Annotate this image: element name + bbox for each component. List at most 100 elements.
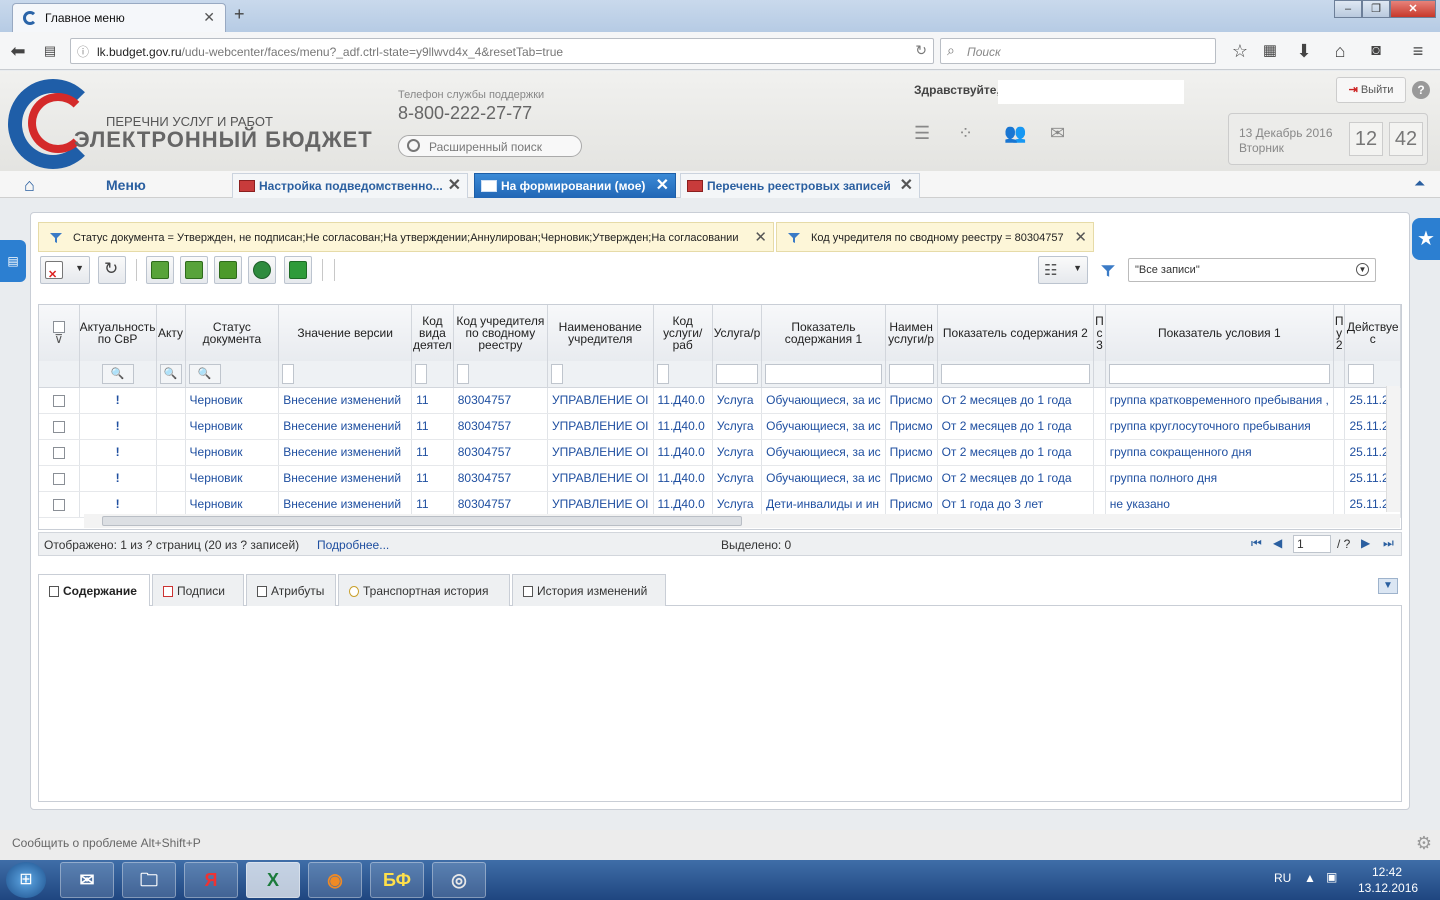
column-filter-input[interactable] [456,363,469,384]
reading-list-icon[interactable]: ▦ [1256,38,1284,64]
clock-date[interactable]: 13.12.2016 [1358,881,1418,895]
menu-link[interactable]: Меню [106,177,146,193]
scrollbar-thumb[interactable] [102,516,742,526]
row-checkbox[interactable] [52,446,65,459]
column-header[interactable]: Код услуги/раб [653,305,713,361]
tab-subordinate-settings[interactable]: Настройка подведомственно... ✕ [232,173,468,198]
report-problem-link[interactable]: Сообщить о проблеме Alt+Shift+P [12,836,201,850]
browser-search-input[interactable]: ⌕ Поиск [940,38,1216,64]
browser-tab[interactable]: Главное меню ✕ [12,3,226,32]
column-filter-search-icon[interactable]: 🔍 [188,363,221,384]
advanced-search-button[interactable]: Расширенный поиск [398,135,582,157]
records-filter-select[interactable]: "Все записи" ▼ [1128,258,1376,282]
close-window-button[interactable]: ✕ [1390,0,1436,18]
users-icon[interactable]: 👥 [1004,123,1026,144]
tab-attributes[interactable]: Атрибуты [246,574,336,607]
column-header[interactable]: П у 2 [1333,305,1346,361]
column-header[interactable]: Показатель содержания 2 [937,305,1095,361]
reload-icon[interactable]: ↻ [915,42,927,59]
side-panel-toggle[interactable]: ▤ [0,240,26,282]
next-page-icon[interactable]: ▶ [1361,536,1370,550]
filter-chip-status[interactable]: Статус документа = Утвержден, не подписа… [38,222,774,252]
column-header[interactable]: Наимен услуги/р [885,305,938,361]
column-header[interactable]: Показатель содержания 1 [761,305,886,361]
maximize-button[interactable]: ❐ [1362,0,1390,18]
row-checkbox[interactable] [52,472,65,485]
start-button[interactable]: ⊞ [6,862,46,898]
column-header[interactable]: Наименование учредителя [547,305,654,361]
approve-button[interactable] [248,256,276,284]
filter-chip-founder-code[interactable]: Код учредителя по сводному реестру = 803… [776,222,1094,252]
tab-in-progress[interactable]: На формировании (мое) ✕ [474,173,676,198]
download-icon[interactable]: ⬇ [1290,38,1318,64]
table-row[interactable]: ! Черновик Внесение изменений 11 8030475… [39,413,1401,440]
page-number-input[interactable]: 1 [1293,535,1331,553]
filter-toggle-icon[interactable]: ⊽ [54,332,63,346]
edit-document-button[interactable] [214,256,242,284]
more-details-link[interactable]: Подробнее... [317,538,389,552]
remove-filter-icon[interactable]: ✕ [754,223,767,253]
row-checkbox[interactable] [52,498,65,511]
open-book-alt-button[interactable] [180,256,208,284]
list-view-icon[interactable]: ☰ [914,123,930,144]
last-page-icon[interactable]: ⏭ [1383,536,1394,551]
column-filter-search-icon[interactable]: 🔍 [101,363,134,384]
messages-icon[interactable]: ✉ [1050,123,1065,144]
logout-button[interactable]: ⇥ Выйти [1336,77,1406,103]
new-tab-button[interactable]: + [234,4,245,25]
table-row[interactable]: ! Черновик Внесение изменений 11 8030475… [39,439,1401,466]
select-all-header[interactable]: ⊽ [39,305,80,361]
column-settings-button[interactable]: ☷ ▼ [1038,256,1088,284]
column-filter-input[interactable] [888,363,934,384]
language-indicator[interactable]: RU [1274,871,1291,885]
home-icon[interactable]: ⌂ [24,175,35,196]
taskbar-chrome[interactable]: ◎ [432,862,486,898]
taskbar-mail[interactable]: ✉ [60,862,114,898]
column-filter-input[interactable] [282,363,295,384]
remove-filter-icon[interactable]: ✕ [1074,223,1087,253]
column-header[interactable]: Акту [156,305,186,361]
prev-page-icon[interactable]: ◀ [1273,536,1282,550]
open-book-button[interactable] [146,256,174,284]
tab-change-history[interactable]: История изменений [512,574,666,607]
close-tab-icon[interactable]: ✕ [203,9,215,26]
tab-content[interactable]: Содержание [38,574,150,607]
tab-signatures[interactable]: Подписи [152,574,244,607]
first-page-icon[interactable]: ⏮ [1251,536,1262,551]
tab-registry-list[interactable]: Перечень реестровых записей ✕ [680,173,920,198]
filter-icon[interactable] [1100,263,1116,279]
column-header[interactable]: Услуга/р [712,305,763,361]
column-filter-input[interactable] [551,363,564,384]
close-tab-icon[interactable]: ✕ [448,174,461,198]
column-header[interactable]: Статус документа [185,305,280,361]
tray-expand-icon[interactable]: ▲ [1304,871,1316,885]
refresh-button[interactable]: ↻ [98,256,126,284]
tab-transport-history[interactable]: Транспортная история [338,574,510,607]
delete-document-button[interactable]: ✕ ▼ [40,256,90,284]
info-icon[interactable]: ⓘ [77,43,89,60]
home-icon[interactable]: ⌂ [1326,38,1354,64]
favorites-star-icon[interactable]: ★ [1412,218,1440,260]
taskbar-firefox[interactable]: ◉ [308,862,362,898]
taskbar-explorer[interactable]: 🗀 [122,862,176,898]
gear-icon[interactable]: ⚙ [1416,833,1432,854]
collapse-header-icon[interactable]: ⏶ [1414,175,1434,191]
column-filter-input[interactable] [1108,363,1330,384]
column-header[interactable]: Действуе с [1344,305,1401,361]
clock-time[interactable]: 12:42 [1372,865,1402,879]
grid-vertical-scrollbar[interactable] [1386,386,1400,512]
network-icon[interactable]: ▣ [1326,870,1337,884]
hamburger-menu-icon[interactable]: ≡ [1404,38,1432,64]
column-filter-input[interactable] [715,363,759,384]
help-icon[interactable]: ? [1412,81,1430,99]
column-header[interactable]: Показатель условия 1 [1105,305,1334,361]
column-filter-input[interactable] [415,363,428,384]
table-row[interactable]: ! Черновик Внесение изменений 11 8030475… [39,387,1401,414]
grid-horizontal-scrollbar[interactable] [84,514,1400,528]
collapse-detail-icon[interactable]: ▼ [1378,578,1398,594]
column-filter-input[interactable] [765,363,882,384]
taskbar-yandex[interactable]: Я [184,862,238,898]
row-checkbox[interactable] [52,420,65,433]
column-header[interactable]: П с 3 [1093,305,1106,361]
column-filter-search-icon[interactable]: 🔍 [159,363,182,384]
